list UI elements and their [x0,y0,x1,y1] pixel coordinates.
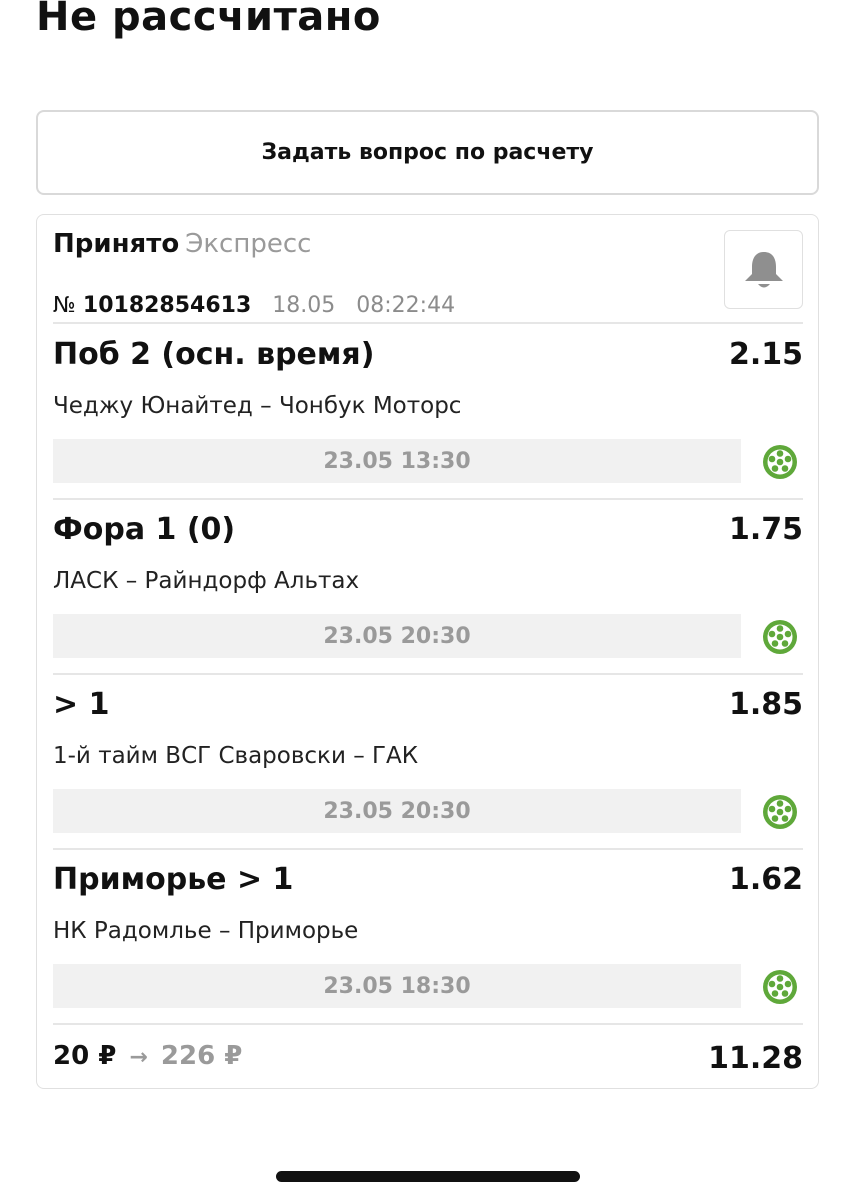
event-match: Чеджу Юнайтед – Чонбук Моторс [53,393,462,419]
ask-settlement-question-button[interactable]: Задать вопрос по расчету [36,110,819,195]
divider [53,1023,803,1025]
event-odds: 1.85 [728,687,803,722]
ticket-number-prefix: № [53,293,76,318]
ticket-time: 08:22:44 [356,293,456,318]
divider [53,322,803,324]
event-item: > 1 1.85 1-й тайм ВСГ Сваровски – ГАК 23… [53,675,803,850]
event-odds: 2.15 [728,337,803,372]
event-odds: 1.62 [728,862,803,897]
event-item: Поб 2 (осн. время) 2.15 Чеджу Юнайтед – … [53,325,803,500]
page-title: Не рассчитано [36,0,381,40]
event-start-time: 23.05 20:30 [53,789,741,833]
bet-summary: 20 ₽ → 226 ₽ 11.28 [53,1035,803,1085]
football-icon [763,620,797,654]
event-item: Фора 1 (0) 1.75 ЛАСК – Райндорф Альтах 2… [53,500,803,675]
bet-type: Экспресс [185,229,312,259]
notification-bell-button[interactable] [724,230,803,309]
event-outcome: Фора 1 (0) [53,512,236,547]
event-start-time: 23.05 13:30 [53,439,741,483]
home-indicator[interactable] [276,1171,580,1182]
arrow-right-icon: → [129,1045,148,1070]
status-line: Принято Экспресс [53,229,311,259]
football-icon [763,970,797,1004]
bell-icon [744,251,783,287]
total-odds: 11.28 [708,1041,803,1076]
event-outcome: Поб 2 (осн. время) [53,337,375,372]
ticket-date: 18.05 [272,293,336,318]
event-outcome: Приморье > 1 [53,862,294,897]
football-icon [763,795,797,829]
potential-win: 226 ₽ [160,1041,243,1071]
ticket-meta: № 10182854613 18.05 08:22:44 [53,293,455,318]
stake-line: 20 ₽ → 226 ₽ [53,1041,242,1071]
football-icon [763,445,797,479]
ticket-number: 10182854613 [82,293,252,318]
stake-amount: 20 ₽ [53,1041,117,1071]
bet-status: Принято [53,229,180,259]
event-match: ЛАСК – Райндорф Альтах [53,568,360,594]
event-match: 1-й тайм ВСГ Сваровски – ГАК [53,743,419,769]
event-item: Приморье > 1 1.62 НК Радомлье – Приморье… [53,850,803,1025]
event-start-time: 23.05 18:30 [53,964,741,1008]
event-outcome: > 1 [53,687,110,722]
bet-header: Принято Экспресс № 10182854613 18.05 08:2… [53,229,802,325]
bet-card: Принято Экспресс № 10182854613 18.05 08:2… [36,214,819,1089]
event-start-time: 23.05 20:30 [53,614,741,658]
event-match: НК Радомлье – Приморье [53,918,359,944]
event-odds: 1.75 [728,512,803,547]
